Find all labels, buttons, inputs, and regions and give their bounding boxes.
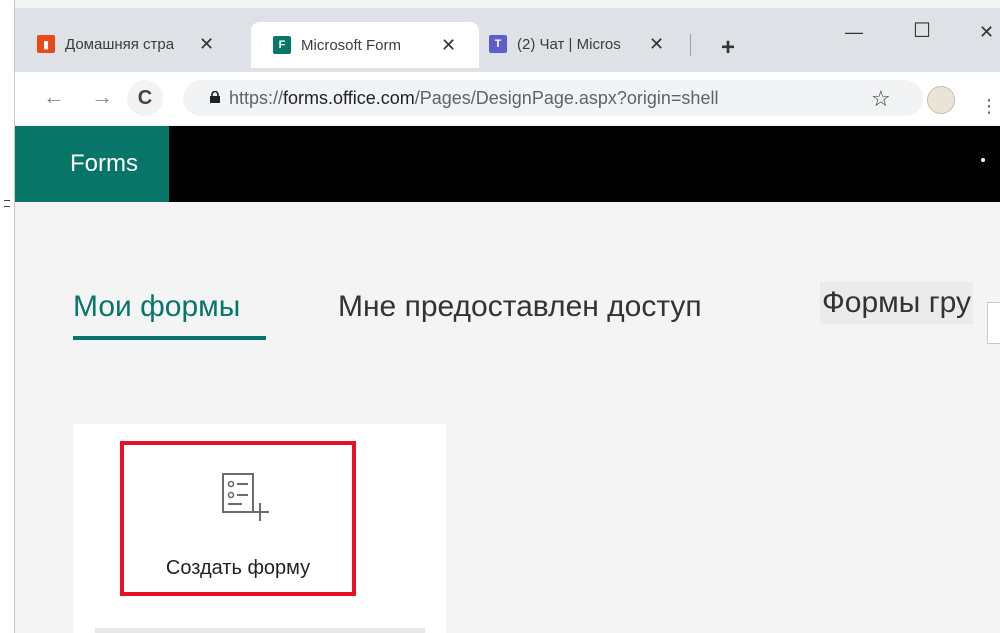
forms-nav-tabs: Мои формы Мне предоставлен доступ Формы … bbox=[15, 202, 1000, 352]
url-path: /Pages/DesignPage.aspx?origin=shell bbox=[414, 88, 719, 108]
screenshot-frame: ▮ Домашняя стра ✕ F Microsoft Form ✕ T (… bbox=[0, 0, 1000, 633]
left-window-edge bbox=[0, 0, 15, 633]
tab-group-forms[interactable]: Формы гру bbox=[820, 282, 973, 324]
tab-separator bbox=[690, 34, 691, 56]
close-icon[interactable]: ✕ bbox=[649, 34, 664, 55]
office-icon: ▮ bbox=[37, 35, 55, 53]
browser-toolbar: ← → C https://forms.office.com/Pages/Des… bbox=[15, 72, 1000, 124]
url-host: forms.office.com bbox=[283, 88, 415, 108]
next-card-edge bbox=[95, 628, 425, 633]
tab-microsoft-forms[interactable]: F Microsoft Form ✕ bbox=[251, 22, 479, 68]
address-bar[interactable]: https://forms.office.com/Pages/DesignPag… bbox=[183, 80, 923, 116]
tab-label: Домашняя стра bbox=[65, 35, 175, 53]
tab-group-label: Формы гру bbox=[822, 286, 971, 319]
tab-my-forms-label: Мои формы bbox=[73, 290, 241, 323]
tab-my-forms[interactable]: Мои формы bbox=[73, 290, 266, 340]
close-icon[interactable]: ✕ bbox=[441, 35, 456, 56]
tab-shared-with-me[interactable]: Мне предоставлен доступ bbox=[338, 290, 702, 324]
edge-mark bbox=[4, 206, 10, 207]
tab-label: Microsoft Form bbox=[301, 36, 402, 54]
url-text: https://forms.office.com/Pages/DesignPag… bbox=[229, 88, 718, 109]
create-form-button[interactable]: Создать форму bbox=[120, 441, 356, 596]
edge-mark bbox=[4, 200, 10, 201]
browser-tab-strip: ▮ Домашняя стра ✕ F Microsoft Form ✕ T (… bbox=[15, 8, 1000, 80]
tab-label: (2) Чат | Micros bbox=[517, 35, 621, 53]
extension-icon[interactable] bbox=[927, 86, 955, 114]
new-form-icon bbox=[222, 473, 269, 521]
browser-menu-icon[interactable]: ⋮ bbox=[980, 96, 998, 117]
forward-button[interactable]: → bbox=[91, 84, 113, 110]
tab-office-home[interactable]: ▮ Домашняя стра ✕ bbox=[15, 24, 214, 64]
reload-button[interactable]: C bbox=[127, 80, 163, 116]
active-tab-underline bbox=[73, 336, 266, 340]
tab-shared-label: Мне предоставлен доступ bbox=[338, 290, 702, 323]
url-scheme: https:// bbox=[229, 88, 284, 108]
back-button[interactable]: ← bbox=[43, 84, 65, 110]
minimize-button[interactable]: — bbox=[845, 22, 863, 43]
brand-label: Forms bbox=[70, 150, 138, 177]
teams-icon: T bbox=[489, 35, 507, 53]
forms-app-header: Forms bbox=[15, 126, 1000, 202]
close-icon[interactable]: ✕ bbox=[199, 34, 214, 55]
forms-icon: F bbox=[273, 36, 291, 54]
forms-brand[interactable]: Forms bbox=[15, 126, 169, 202]
close-window-button[interactable]: ✕ bbox=[979, 22, 994, 43]
maximize-button[interactable]: ☐ bbox=[913, 18, 931, 43]
new-tab-button[interactable]: + bbox=[721, 34, 735, 62]
create-form-label: Создать форму bbox=[165, 557, 311, 579]
more-dot-icon[interactable] bbox=[981, 158, 985, 162]
tab-teams-chat[interactable]: T (2) Чат | Micros ✕ bbox=[467, 24, 664, 64]
lock-icon bbox=[210, 91, 220, 103]
scroll-handle[interactable] bbox=[987, 302, 1000, 344]
bookmark-star-icon[interactable]: ☆ bbox=[871, 86, 891, 112]
